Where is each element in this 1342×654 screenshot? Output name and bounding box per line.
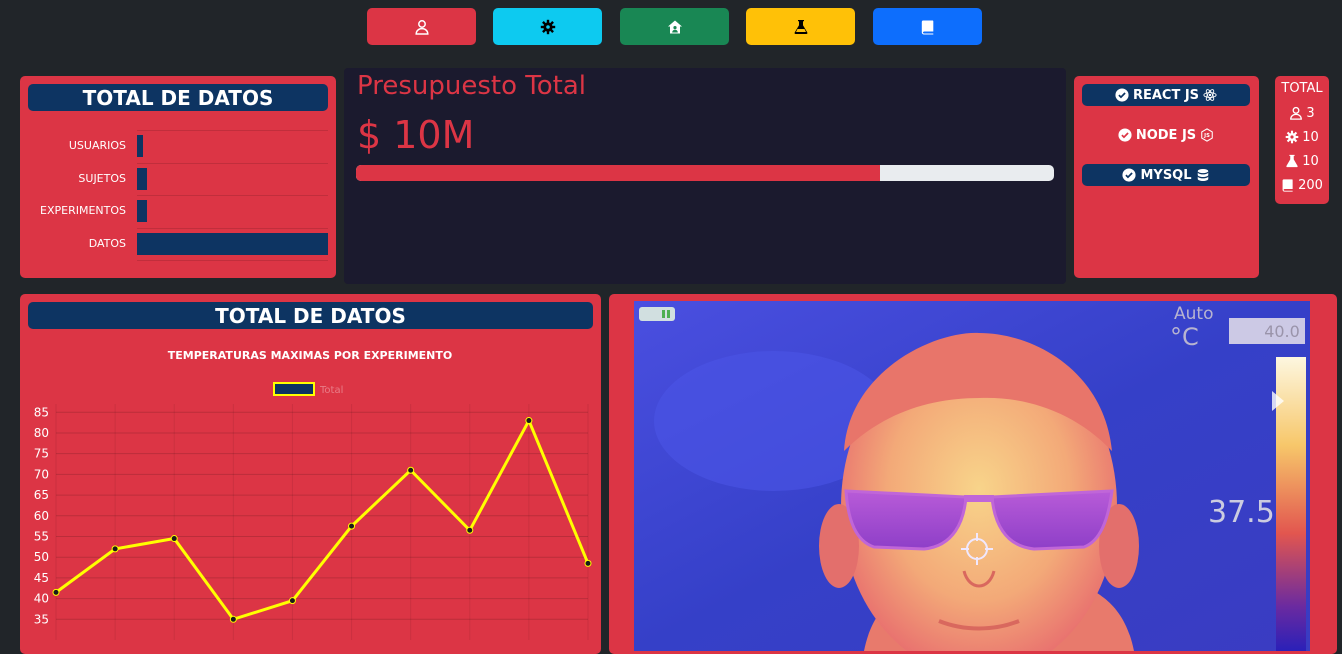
summary-card: TOTAL 3 10 10 200 — [1275, 76, 1329, 204]
user-icon — [414, 19, 429, 35]
react-icon — [1203, 89, 1217, 101]
nav-experiments-button[interactable] — [746, 8, 855, 45]
nodejs-icon: JS — [1201, 128, 1213, 142]
totals-bar-chart: USUARIOS SUJETOS EXPERIMENTOS DATOS — [20, 76, 336, 278]
bar-gridline — [137, 162, 328, 164]
y-tick-label: 50 — [34, 550, 49, 564]
bar-gridline — [137, 195, 328, 196]
bar-datos — [137, 232, 328, 255]
data-point — [348, 522, 356, 530]
user-icon — [1290, 106, 1303, 120]
series-line — [55, 417, 590, 622]
data-point — [525, 417, 533, 425]
book-icon — [1282, 179, 1293, 192]
svg-text:JS: JS — [1203, 133, 1210, 139]
thermal-card: 40.0 Auto °C 37.5 — [609, 294, 1337, 654]
bar-label: DATOS — [88, 236, 126, 250]
budget-card: Presupuesto Total $ 10M — [344, 68, 1066, 284]
summary-row-subjects: 10 — [1275, 125, 1329, 149]
tech-react-label: REACT JS — [1132, 87, 1200, 103]
data-point — [584, 559, 592, 567]
bar-label: SUJETOS — [78, 171, 126, 185]
nav-home-button[interactable] — [620, 8, 729, 45]
check-circle-icon — [1118, 128, 1132, 142]
check-circle-icon — [1115, 88, 1129, 102]
legend-label: Total — [319, 385, 343, 396]
budget-amount: $ 10M — [357, 113, 475, 157]
chart-card: TOTAL DE DATOS TEMPERATURAS MAXIMAS POR … — [20, 294, 601, 654]
budget-progress-track — [356, 165, 1054, 181]
y-tick-label: 40 — [34, 592, 49, 606]
bar-gridline — [137, 130, 328, 131]
flask-icon — [1286, 154, 1298, 168]
bar-gridline — [137, 227, 328, 229]
data-point — [52, 588, 60, 596]
summary-title: TOTAL — [1281, 81, 1323, 96]
gear-icon — [1285, 130, 1299, 144]
y-tick-label: 80 — [34, 426, 49, 440]
tech-react: REACT JS — [1082, 84, 1250, 106]
house-user-icon — [667, 20, 682, 33]
bar-label: EXPERIMENTOS — [40, 204, 126, 218]
nav-data-button[interactable] — [873, 8, 982, 45]
summary-row-users: 3 — [1275, 101, 1329, 125]
tech-mysql-label: MYSQL — [1140, 167, 1192, 183]
budget-progress-fill — [356, 165, 880, 181]
data-point — [111, 545, 119, 553]
bar-gridline — [137, 260, 328, 261]
y-tick-label: 70 — [34, 467, 49, 481]
y-tick-label: 45 — [34, 571, 49, 585]
thermal-camera-image: 40.0 Auto °C 37.5 — [634, 301, 1310, 651]
y-tick-label: 60 — [34, 509, 49, 523]
summary-users-value: 3 — [1306, 105, 1315, 121]
summary-row-data: 200 — [1275, 173, 1329, 197]
y-tick-label: 65 — [34, 488, 49, 502]
summary-subjects-value: 10 — [1302, 129, 1319, 145]
y-tick-label: 55 — [34, 529, 49, 543]
data-point — [170, 535, 178, 543]
summary-data-value: 200 — [1298, 177, 1323, 193]
tech-card: REACT JS NODE JS JS MYSQL — [1074, 76, 1259, 278]
bar-label: USUARIOS — [68, 139, 126, 153]
chart-title: TEMPERATURAS MAXIMAS POR EXPERIMENTO — [168, 349, 452, 362]
tech-node: NODE JS JS — [1082, 124, 1250, 146]
data-point — [407, 466, 415, 474]
tech-node-label: NODE JS — [1135, 127, 1197, 143]
thermal-unit-label: °C — [1170, 323, 1199, 351]
thermal-max-reading: 40.0 — [1264, 322, 1300, 341]
nav-settings-button[interactable] — [493, 8, 602, 45]
check-circle-icon — [1122, 168, 1137, 182]
thermal-temperature: 37.5 — [1208, 495, 1275, 530]
data-point — [229, 615, 237, 623]
bar-sujetos — [137, 167, 147, 190]
battery-icon — [639, 307, 675, 321]
bar-usuarios — [137, 135, 143, 158]
summary-row-experiments: 10 — [1275, 149, 1329, 173]
legend-swatch — [273, 382, 315, 396]
y-tick-label: 85 — [34, 405, 49, 419]
summary-experiments-value: 10 — [1302, 153, 1319, 169]
data-point — [466, 526, 474, 534]
y-tick-label: 75 — [34, 447, 49, 461]
bar-experimentos — [137, 200, 147, 223]
flask-icon — [794, 19, 807, 34]
database-icon — [1197, 169, 1208, 181]
book-icon — [921, 20, 933, 34]
nav-users-button[interactable] — [367, 8, 476, 45]
gear-icon — [540, 19, 555, 34]
tech-mysql: MYSQL — [1082, 164, 1250, 186]
y-tick-label: 35 — [34, 612, 49, 626]
data-point — [288, 597, 296, 605]
thermal-mode-label: Auto — [1174, 304, 1213, 324]
budget-title: Presupuesto Total — [357, 71, 586, 101]
temperature-line-chart: TEMPERATURAS MAXIMAS POR EXPERIMENTO Tota… — [34, 349, 592, 640]
totals-card: TOTAL DE DATOS USUARIOS SUJETOS EXPERIMENT… — [20, 76, 336, 278]
